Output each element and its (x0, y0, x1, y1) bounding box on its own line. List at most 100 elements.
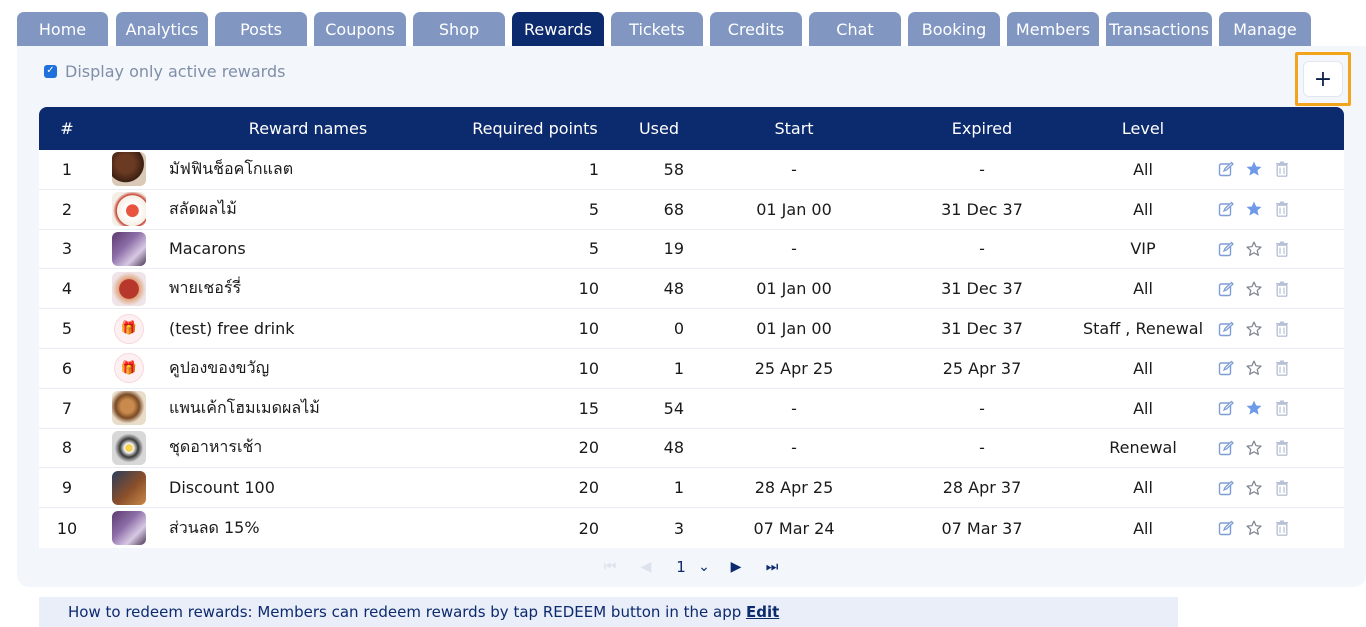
star-filled-icon[interactable] (1245, 160, 1263, 178)
first-page-icon[interactable]: ⏮ (600, 557, 620, 577)
tab-shop[interactable]: Shop (413, 12, 505, 46)
tab-transactions[interactable]: Transactions (1106, 12, 1212, 46)
active-filter[interactable]: ✓ Display only active rewards (44, 60, 285, 82)
tab-rewards[interactable]: Rewards (512, 12, 604, 46)
row-number: 2 (61, 199, 73, 219)
star-outline-icon[interactable] (1245, 280, 1263, 298)
trash-icon[interactable] (1273, 240, 1291, 258)
used-count: 1 (673, 478, 684, 498)
start-date: - (791, 239, 797, 259)
tab-members[interactable]: Members (1007, 12, 1099, 46)
breakfast-photo (112, 430, 146, 465)
gift-icon: 🎁 (114, 313, 144, 344)
start-date: - (791, 438, 797, 458)
required-points: 5 (588, 239, 599, 259)
expired-date: 28 Apr 37 (942, 478, 1022, 498)
star-outline-icon[interactable] (1245, 479, 1263, 497)
gift-icon: 🎁 (114, 353, 144, 384)
reward-name: แพนเค้กโฮมเมดผลไม้ (169, 397, 320, 417)
required-points: 20 (578, 518, 599, 538)
star-filled-icon[interactable] (1245, 200, 1263, 218)
level: VIP (1130, 239, 1156, 259)
row-actions (1217, 468, 1307, 507)
edit-icon[interactable] (1217, 439, 1235, 457)
trash-icon[interactable] (1273, 439, 1291, 457)
tab-manage[interactable]: Manage (1219, 12, 1311, 46)
trash-icon[interactable] (1273, 359, 1291, 377)
row-number: 4 (61, 279, 73, 299)
star-filled-icon[interactable] (1245, 399, 1263, 417)
tab-coupons[interactable]: Coupons (314, 12, 406, 46)
tab-tickets[interactable]: Tickets (611, 12, 703, 46)
row-actions (1217, 429, 1307, 468)
edit-icon[interactable] (1217, 399, 1235, 417)
reward-image (111, 389, 147, 428)
header-reward-names: Reward names (248, 119, 368, 138)
edit-icon[interactable] (1217, 479, 1235, 497)
level: All (1133, 159, 1153, 179)
tab-analytics[interactable]: Analytics (116, 12, 208, 46)
row-actions (1217, 230, 1307, 269)
trash-icon[interactable] (1273, 320, 1291, 338)
required-points: 15 (578, 398, 599, 418)
used-count: 48 (663, 438, 684, 458)
row-number: 8 (61, 438, 73, 458)
expired-date: 25 Apr 37 (942, 358, 1022, 378)
star-outline-icon[interactable] (1245, 359, 1263, 377)
level: All (1133, 358, 1153, 378)
edit-icon[interactable] (1217, 320, 1235, 338)
cherry-pie-photo (112, 271, 146, 306)
trash-icon[interactable] (1273, 160, 1291, 178)
table-header: # Reward names Required points Used Star… (39, 107, 1344, 150)
chevron-down-icon[interactable]: ⌄ (694, 557, 714, 577)
used-count: 68 (663, 199, 684, 219)
required-points: 10 (578, 279, 599, 299)
row-number: 6 (61, 358, 73, 378)
trash-icon[interactable] (1273, 519, 1291, 537)
edit-icon[interactable] (1217, 519, 1235, 537)
level: All (1133, 398, 1153, 418)
edit-icon[interactable] (1217, 240, 1235, 258)
tab-posts[interactable]: Posts (215, 12, 307, 46)
page-number[interactable]: 1 (674, 557, 688, 577)
start-date: 28 Apr 25 (754, 478, 834, 498)
trash-icon[interactable] (1273, 200, 1291, 218)
add-reward-button[interactable]: + (1303, 61, 1343, 97)
expired-date: - (979, 398, 985, 418)
expired-date: - (979, 239, 985, 259)
level: All (1133, 199, 1153, 219)
edit-icon[interactable] (1217, 200, 1235, 218)
edit-icon[interactable] (1217, 160, 1235, 178)
header-required-points: Required points (472, 119, 598, 138)
level: Renewal (1109, 438, 1177, 458)
star-outline-icon[interactable] (1245, 519, 1263, 537)
star-outline-icon[interactable] (1245, 240, 1263, 258)
tab-home[interactable]: Home (17, 12, 108, 46)
row-number: 5 (61, 319, 73, 339)
start-date: 07 Mar 24 (753, 518, 835, 538)
required-points: 1 (588, 159, 599, 179)
expired-date: 07 Mar 37 (941, 518, 1023, 538)
row-number: 10 (56, 518, 78, 538)
reward-image (111, 230, 147, 269)
trash-icon[interactable] (1273, 479, 1291, 497)
edit-note-link[interactable]: Edit (746, 603, 779, 621)
reward-image (111, 269, 147, 308)
table-row: 8 ชุดอาหารเช้า 20 48 - - Renewal (39, 428, 1344, 469)
active-only-checkbox[interactable]: ✓ (44, 64, 57, 78)
muffin-photo (112, 152, 146, 187)
edit-icon[interactable] (1217, 359, 1235, 377)
next-page-icon[interactable]: ▶ (726, 557, 746, 577)
trash-icon[interactable] (1273, 399, 1291, 417)
trash-icon[interactable] (1273, 280, 1291, 298)
prev-page-icon[interactable]: ◀ (636, 557, 656, 577)
tab-chat[interactable]: Chat (809, 12, 901, 46)
last-page-icon[interactable]: ⏭ (762, 557, 782, 577)
tab-booking[interactable]: Booking (908, 12, 1000, 46)
tab-credits[interactable]: Credits (710, 12, 802, 46)
star-outline-icon[interactable] (1245, 439, 1263, 457)
start-date: - (791, 159, 797, 179)
edit-icon[interactable] (1217, 280, 1235, 298)
fruit-salad-photo (112, 192, 146, 227)
star-outline-icon[interactable] (1245, 320, 1263, 338)
